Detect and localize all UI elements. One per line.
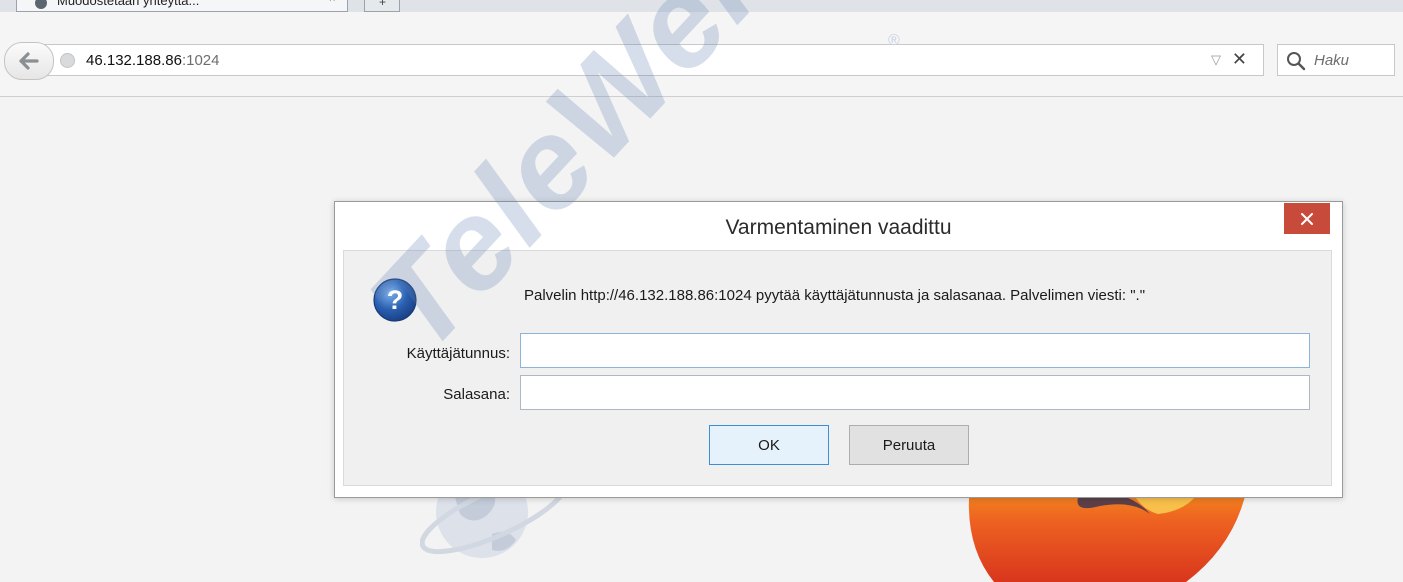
tab-title: Muodostetaan yhteyttä... <box>57 0 200 8</box>
new-tab-button[interactable]: + <box>364 0 400 12</box>
globe-icon <box>60 53 75 68</box>
search-icon <box>1287 52 1306 71</box>
auth-dialog: Varmentaminen vaadittu ? Palvelin http:/… <box>334 201 1343 498</box>
url-bar[interactable]: 46.132.188.86:1024 ▽ ✕ <box>36 44 1264 76</box>
plus-icon: + <box>379 0 387 9</box>
url-port: :1024 <box>181 52 220 69</box>
navigation-toolbar: 46.132.188.86:1024 ▽ ✕ Haku <box>0 12 1403 97</box>
dialog-title: Varmentaminen vaadittu <box>725 216 952 239</box>
url-text[interactable]: 46.132.188.86:1024 <box>86 52 219 69</box>
username-label: Käyttäjätunnus: <box>406 345 510 362</box>
back-arrow-icon <box>19 52 39 70</box>
clear-icon[interactable]: ✕ <box>1232 49 1247 70</box>
url-host: 46.132.188.86 <box>86 52 182 69</box>
dialog-body: ? Palvelin http://46.132.188.86:1024 pyy… <box>343 250 1332 486</box>
password-input[interactable] <box>520 375 1310 410</box>
auth-message: Palvelin http://46.132.188.86:1024 pyytä… <box>524 287 1146 304</box>
username-input[interactable] <box>520 333 1310 368</box>
svg-text:?: ? <box>387 285 404 315</box>
dialog-close-button[interactable] <box>1284 203 1330 234</box>
registered-mark: ® <box>888 32 900 49</box>
back-button[interactable] <box>4 42 54 80</box>
dropmarker-icon[interactable]: ▽ <box>1211 52 1221 68</box>
close-icon <box>1301 212 1313 225</box>
tab-strip: Muodostetaan yhteyttä... × + <box>0 0 1403 12</box>
tab-close-icon[interactable]: × <box>329 0 335 5</box>
question-icon: ? <box>373 278 417 322</box>
search-bar[interactable]: Haku <box>1277 44 1395 76</box>
ok-button[interactable]: OK <box>709 425 829 465</box>
loading-icon <box>35 0 47 9</box>
search-placeholder: Haku <box>1314 52 1350 69</box>
browser-tab[interactable]: Muodostetaan yhteyttä... × <box>16 0 348 12</box>
password-label: Salasana: <box>443 386 510 403</box>
cancel-button[interactable]: Peruuta <box>849 425 969 465</box>
